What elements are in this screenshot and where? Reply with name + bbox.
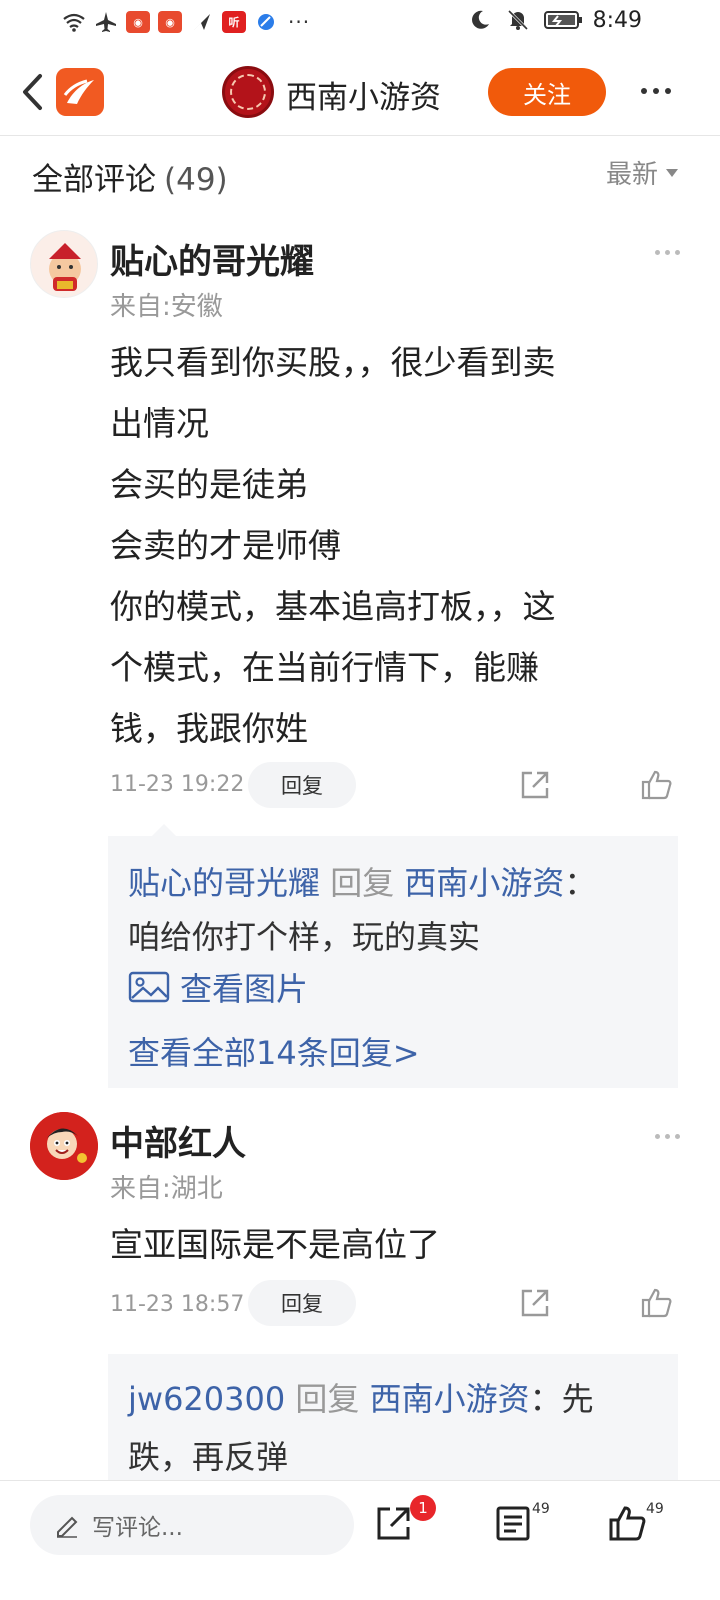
write-comment-placeholder: 写评论... xyxy=(92,1515,183,1541)
write-comment-input[interactable]: 写评论... xyxy=(30,1495,354,1555)
reply-text-start: 先 xyxy=(561,1380,594,1418)
battery-icon xyxy=(544,8,584,32)
more-options-button[interactable] xyxy=(636,76,676,106)
share-icon[interactable] xyxy=(518,1286,552,1320)
replier-name[interactable]: 贴心的哥光耀 xyxy=(128,864,320,902)
sort-dropdown[interactable]: 最新 xyxy=(606,154,678,191)
view-image-link[interactable]: 查看图片 xyxy=(128,964,308,1010)
commenter-avatar[interactable] xyxy=(30,230,98,298)
reply-word: 回复 xyxy=(295,1380,360,1418)
reply-colon: ： xyxy=(529,1380,562,1418)
status-bar: ◉ ◉ 听 ··· 8:49 xyxy=(0,0,720,48)
commenter-location: 来自:安徽 xyxy=(110,292,223,322)
comment-line: 会买的是徒弟 xyxy=(110,465,308,504)
commenter-name[interactable]: 中部红人 xyxy=(110,1116,246,1165)
status-time: 8:49 xyxy=(592,8,642,33)
comment-line: 个模式，在当前行情下，能赚 xyxy=(110,648,539,687)
thumbs-up-icon[interactable] xyxy=(640,1286,674,1320)
commenter-location: 来自:湖北 xyxy=(110,1174,223,1204)
comment-line: 出情况 xyxy=(110,404,209,443)
app-logo[interactable] xyxy=(56,68,104,116)
comment-text: 我只看到你买股，，很少看到卖 出情况 会买的是徒弟 会卖的才是师傅 你的模式，基… xyxy=(110,332,670,759)
commenter-name[interactable]: 贴心的哥光耀 xyxy=(110,234,314,283)
reply-pointer xyxy=(152,824,176,836)
replier-name[interactable]: jw620300 xyxy=(128,1380,285,1418)
wifi-icon xyxy=(62,10,86,34)
thumbs-up-icon[interactable] xyxy=(608,1503,648,1543)
chevron-left-icon xyxy=(23,74,42,110)
image-icon xyxy=(128,971,170,1003)
reply-button[interactable]: 回复 xyxy=(248,762,356,808)
comments-title: 全部评论 xyxy=(32,162,156,198)
comment-line: 我只看到你买股，，很少看到卖 xyxy=(110,343,556,382)
reply-text: 跌，再反弹 xyxy=(128,1438,289,1476)
reply-target-name[interactable]: 西南小游资 xyxy=(404,864,564,902)
like-count: 49 xyxy=(646,1501,664,1517)
status-left-icons: ◉ ◉ 听 ··· xyxy=(62,10,310,34)
weibo-icon: ◉ xyxy=(158,11,182,33)
author-name[interactable]: 西南小游资 xyxy=(286,72,441,117)
comment-more-button[interactable] xyxy=(655,250,680,255)
view-image-label: 查看图片 xyxy=(180,970,309,1008)
comment-list-icon[interactable] xyxy=(494,1503,534,1543)
reply-preview: jw620300 回复 西南小游资：先 跌，再反弹 xyxy=(108,1354,678,1494)
reply-colon: ： xyxy=(564,864,597,902)
share-icon[interactable] xyxy=(374,1503,414,1543)
reply-target-name[interactable]: 西南小游资 xyxy=(370,1380,530,1418)
reply-text: 咱给你打个样，玩的真实 xyxy=(128,918,481,956)
reply-preview: 贴心的哥光耀 回复 西南小游资： 咱给你打个样，玩的真实 查看图片 查看全部14… xyxy=(108,824,678,1088)
send-icon xyxy=(190,10,214,34)
comment-line: 会卖的才是师傅 xyxy=(110,526,341,565)
reply-header: 贴心的哥光耀 回复 西南小游资： xyxy=(128,858,596,904)
moon-icon xyxy=(468,8,492,32)
bottom-action-bar: 写评论... 1 49 49 xyxy=(0,1480,720,1600)
reply-word: 回复 xyxy=(330,864,395,902)
comments-heading: 全部评论 (49) xyxy=(32,154,228,199)
pencil-icon xyxy=(57,1516,78,1538)
back-button[interactable] xyxy=(16,70,48,114)
comment-line: 宣亚国际是不是高位了 xyxy=(110,1225,440,1264)
weibo-icon: ◉ xyxy=(126,11,150,33)
sort-label: 最新 xyxy=(605,160,658,190)
reply-button[interactable]: 回复 xyxy=(248,1280,356,1326)
comments-count: (49) xyxy=(164,162,228,198)
top-navigation: 西南小游资 关注 xyxy=(0,48,720,136)
mute-icon xyxy=(506,8,530,32)
follow-button[interactable]: 关注 xyxy=(488,68,606,116)
comment-line: 你的模式，基本追高打板，，这 xyxy=(110,587,556,626)
comment-time: 11-23 19:22 xyxy=(110,772,245,797)
share-badge: 1 xyxy=(410,1495,436,1521)
status-right-icons xyxy=(468,8,584,32)
comment-time: 11-23 18:57 xyxy=(110,1292,245,1317)
thumbs-up-icon[interactable] xyxy=(640,768,674,802)
comment-line: 钱，我跟你姓 xyxy=(110,709,308,748)
airplane-icon xyxy=(94,10,118,34)
comment-text: 宣亚国际是不是高位了 xyxy=(110,1214,670,1275)
commenter-avatar[interactable] xyxy=(30,1112,98,1180)
caret-down-icon xyxy=(666,168,678,177)
comment-more-button[interactable] xyxy=(655,1134,680,1139)
browser-icon xyxy=(254,10,278,34)
ting-icon: 听 xyxy=(222,11,246,33)
share-icon[interactable] xyxy=(518,768,552,802)
more-notifications-icon: ··· xyxy=(288,10,311,34)
view-all-replies-link[interactable]: 查看全部14条回复> xyxy=(128,1028,420,1074)
author-avatar[interactable] xyxy=(222,66,274,118)
comment-count: 49 xyxy=(532,1501,550,1517)
reply-header: jw620300 回复 西南小游资：先 xyxy=(128,1374,594,1420)
